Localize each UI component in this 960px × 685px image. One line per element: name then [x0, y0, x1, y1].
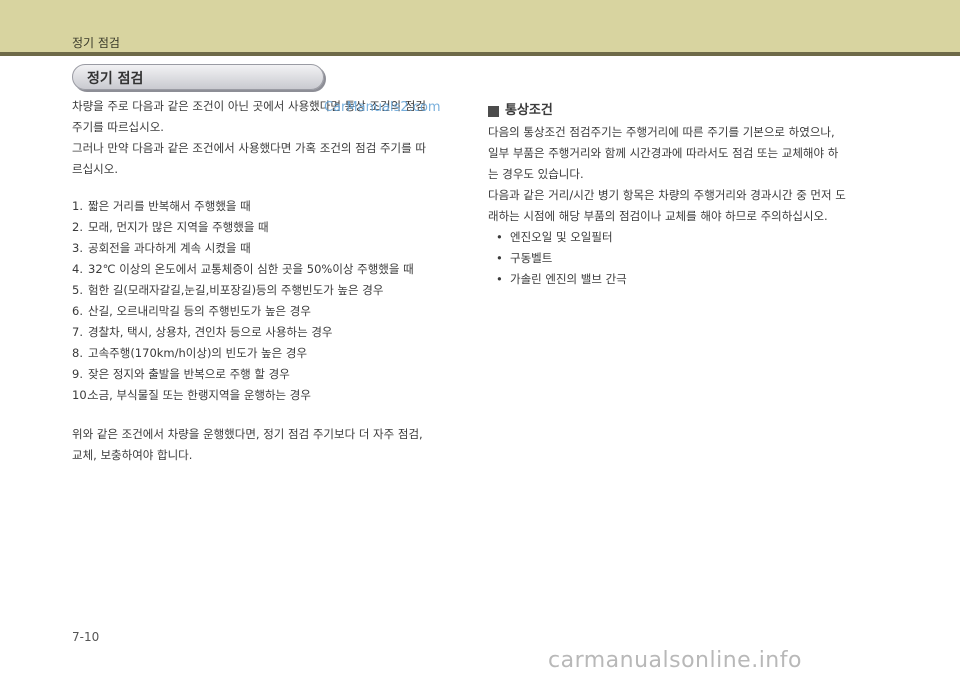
left-column: 차량을 주로 다음과 같은 조건이 아닌 곳에서 사용했다면 통상 조건의 점검… [72, 96, 472, 466]
bullet-icon: • [496, 230, 503, 244]
intro-line: 르십시오. [72, 162, 118, 176]
list-item: 9. 잦은 정지와 출발을 반복으로 주행 할 경우 [72, 367, 290, 381]
page-number: 7-10 [72, 630, 100, 644]
interval-items-list: • 엔진오일 및 오일필터 • 구동벨트 • 가솔린 엔진의 밸브 간극 [488, 227, 900, 290]
paragraph-line: 다음과 같은 거리/시간 병기 항목은 차량의 주행거리와 경과시간 중 먼저 … [488, 188, 846, 202]
intro-line: 그러나 만약 다음과 같은 조건에서 사용했다면 가혹 조건의 점검 주기를 따 [72, 141, 426, 155]
paragraph-line: 다음의 통상조건 점검주기는 주행거리에 따른 주기를 기본으로 하였으나, [488, 125, 835, 139]
intro-line: 주기를 따르십시오. [72, 120, 164, 134]
bullet-icon: • [496, 251, 503, 265]
footer-watermark: carmanualsonline.info [548, 648, 802, 673]
list-item: 3. 공회전을 과다하게 계속 시켰을 때 [72, 241, 251, 255]
paragraph-line: 는 경우도 있습니다. [488, 167, 584, 181]
list-item: • 엔진오일 및 오일필터 [496, 227, 900, 248]
header-rule [0, 52, 960, 56]
outro-line: 교체, 보충하여야 합니다. [72, 448, 193, 462]
list-item: 1. 짧은 거리를 반복해서 주행했을 때 [72, 199, 251, 213]
right-column: 통상조건 다음의 통상조건 점검주기는 주행거리에 따른 주기를 기본으로 하였… [488, 100, 900, 290]
section-title: 정기 점검 [87, 71, 144, 87]
list-item: 10. 소금, 부식물질 또는 한랭지역을 운행하는 경우 [72, 388, 311, 402]
bullet-icon: • [496, 272, 503, 286]
header-title: 정기 점검 [72, 36, 120, 50]
list-item: 6. 산길, 오르내리막길 등의 주행빈도가 높은 경우 [72, 304, 311, 318]
square-bullet-icon [488, 105, 499, 117]
header-band [0, 0, 960, 52]
list-item: 7. 경찰차, 택시, 상용차, 견인차 등으로 사용하는 경우 [72, 325, 333, 339]
section-title-pill: 정기 점검 [72, 64, 324, 90]
paragraph-line: 일부 부품은 주행거리와 함께 시간경과에 따라서도 점검 또는 교체해야 하 [488, 146, 839, 160]
severe-conditions-list: 1. 짧은 거리를 반복해서 주행했을 때 2. 모래, 먼지가 많은 지역을 주행… [72, 196, 472, 406]
list-item: 5. 험한 길(모래자갈길,눈길,비포장길)등의 주행빈도가 높은 경우 [72, 283, 384, 297]
normal-conditions-heading: 통상조건 [488, 100, 900, 122]
list-item: 2. 모래, 먼지가 많은 지역을 주행했을 때 [72, 220, 269, 234]
list-item: 8. 고속주행(170km/h이상)의 빈도가 높은 경우 [72, 346, 308, 360]
outro-line: 위와 같은 조건에서 차량을 운행했다면, 정기 점검 주기보다 더 자주 점검… [72, 427, 423, 441]
paragraph-line: 래하는 시점에 해당 부품의 점검이나 교체를 해야 하므로 주의하십시오. [488, 209, 828, 223]
watermark-top: CarManuals2.com [324, 100, 441, 115]
list-item: • 구동벨트 [496, 248, 900, 269]
list-item: • 가솔린 엔진의 밸브 간극 [496, 269, 900, 290]
list-item: 4. 32℃ 이상의 온도에서 교통체증이 심한 곳을 50%이상 주행했을 때 [72, 262, 414, 276]
